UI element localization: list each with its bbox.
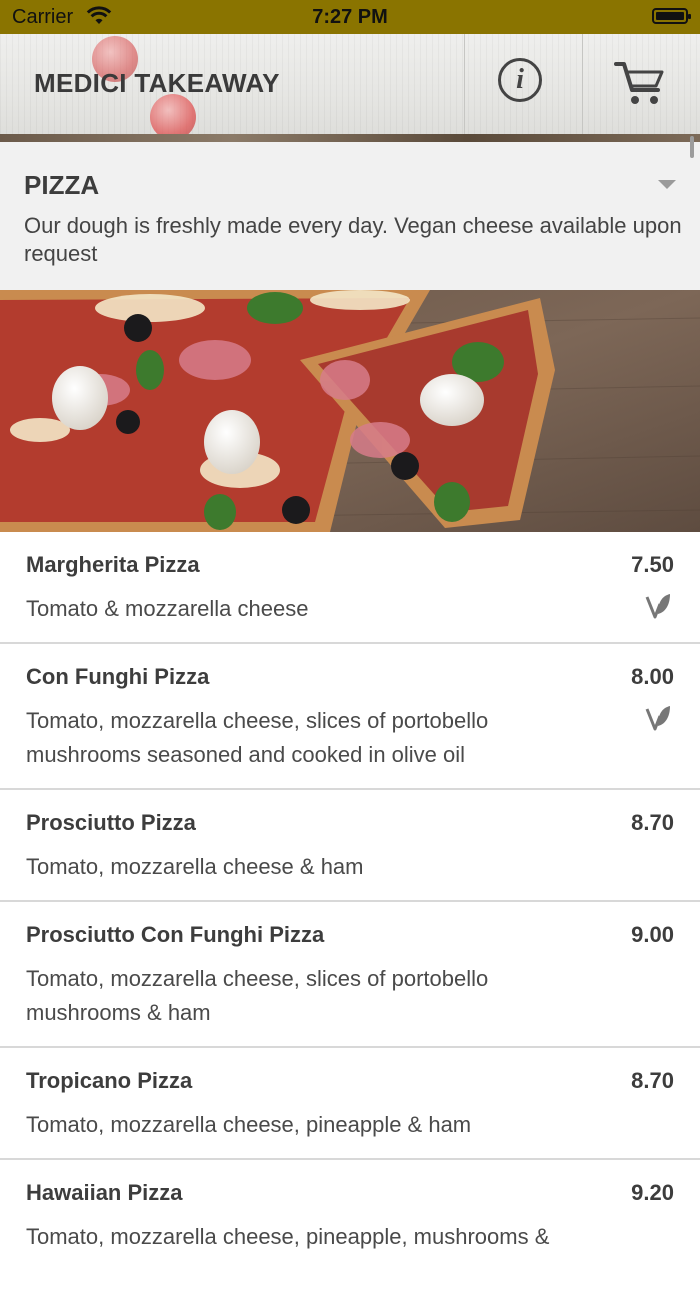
menu-item-margherita-pizza[interactable]: Margherita Pizza 7.50 Tomato & mozzarell…: [0, 532, 700, 644]
menu-item-con-funghi-pizza[interactable]: Con Funghi Pizza 8.00 Tomato, mozzarella…: [0, 644, 700, 790]
item-name: Prosciutto Con Funghi Pizza: [26, 922, 325, 947]
item-description: Tomato, mozzarella cheese, pineapple & h…: [26, 1112, 472, 1137]
chevron-down-icon[interactable]: [658, 180, 676, 189]
pizza-photo: [0, 290, 700, 532]
item-name: Tropicano Pizza: [26, 1068, 193, 1093]
item-price: 8.00: [631, 664, 674, 689]
item-name: Margherita Pizza: [26, 552, 200, 577]
item-description: Tomato, mozzarella cheese, pineapple, mu…: [26, 1224, 550, 1249]
status-bar: Carrier 7:27 PM: [0, 0, 700, 34]
item-description: Tomato, mozzarella cheese & ham: [26, 854, 364, 879]
scrollbar[interactable]: [690, 136, 694, 158]
vegetarian-icon: [644, 592, 672, 620]
item-price: 8.70: [631, 1068, 674, 1093]
category-description: Our dough is freshly made every day. Veg…: [24, 213, 682, 266]
item-name: Prosciutto Pizza: [26, 810, 196, 835]
battery-icon: [652, 8, 691, 24]
item-description: Tomato, mozzarella cheese, slices of por…: [26, 708, 489, 767]
item-price: 9.20: [631, 1180, 674, 1205]
category-title: PIZZA: [24, 170, 100, 200]
menu-list: Margherita Pizza 7.50 Tomato & mozzarell…: [0, 532, 700, 1306]
menu-item-hawaiian-pizza[interactable]: Hawaiian Pizza 9.20 Tomato, mozzarella c…: [0, 1160, 700, 1306]
info-icon[interactable]: i: [498, 58, 542, 102]
menu-item-tropicano-pizza[interactable]: Tropicano Pizza 8.70 Tomato, mozzarella …: [0, 1048, 700, 1160]
header-divider: [464, 34, 465, 134]
app-header: MEDICI TAKEAWAY i: [0, 34, 700, 140]
item-price: 8.70: [631, 810, 674, 835]
header-shadow: [0, 134, 700, 142]
item-name: Hawaiian Pizza: [26, 1180, 183, 1205]
clock: 7:27 PM: [312, 6, 388, 28]
item-price: 7.50: [631, 552, 674, 577]
app-title: MEDICI TAKEAWAY: [34, 68, 280, 98]
item-name: Con Funghi Pizza: [26, 664, 210, 689]
header-divider: [582, 34, 583, 134]
item-description: Tomato & mozzarella cheese: [26, 596, 309, 621]
category-header[interactable]: PIZZA Our dough is freshly made every da…: [0, 142, 700, 290]
item-description: Tomato, mozzarella cheese, slices of por…: [26, 966, 489, 1025]
vegetarian-icon: [644, 704, 672, 732]
menu-item-prosciutto-pizza[interactable]: Prosciutto Pizza 8.70 Tomato, mozzarella…: [0, 790, 700, 902]
item-price: 9.00: [631, 922, 674, 947]
cart-icon[interactable]: [612, 58, 668, 108]
menu-item-prosciutto-con-funghi-pizza[interactable]: Prosciutto Con Funghi Pizza 9.00 Tomato,…: [0, 902, 700, 1048]
